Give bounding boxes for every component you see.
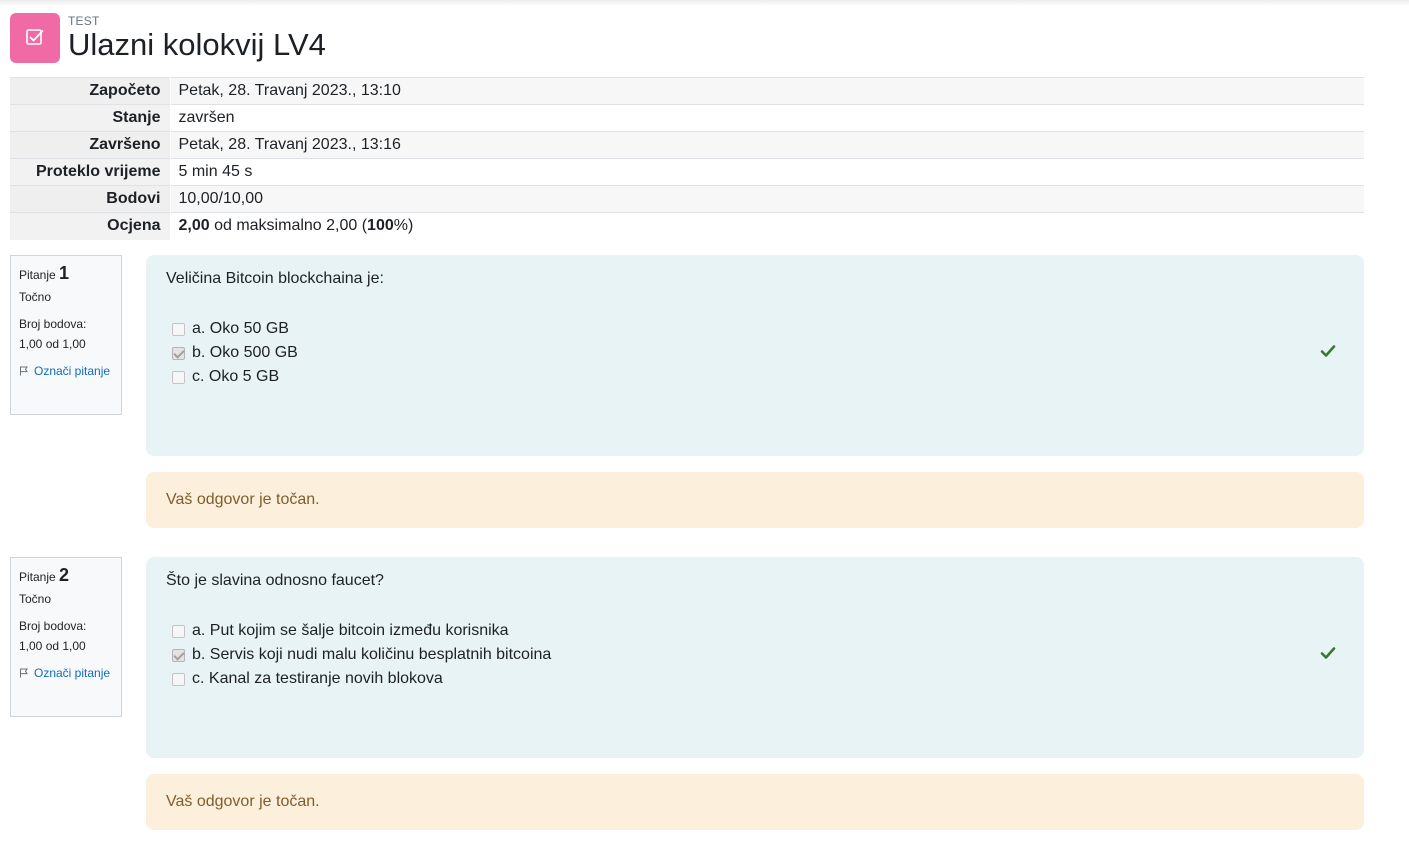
question-state: Točno: [19, 592, 52, 606]
page-header: TEST Ulazni kolokvij LV4: [10, 12, 326, 63]
quiz-icon: [10, 13, 60, 63]
summary-label: Započeto: [10, 77, 171, 105]
question-state: Točno: [19, 290, 52, 304]
question-grade-value: 1,00 od 1,00: [19, 639, 86, 653]
top-bar-shadow: [0, 0, 1409, 6]
answer-list: a. Put kojim se šalje bitcoin između kor…: [172, 619, 1344, 691]
answer-option[interactable]: c. Oko 5 GB: [172, 365, 1344, 389]
grade-percent: 100: [367, 217, 394, 235]
summary-row-grade: Ocjena 2,00 od maksimalno 2,00 (100%): [10, 212, 1364, 240]
feedback-box-1: Vaš odgovor je točan.: [146, 472, 1364, 528]
summary-value: 2,00 od maksimalno 2,00 (100%): [170, 212, 1364, 240]
correct-check-icon: [1320, 345, 1336, 357]
answer-checkbox[interactable]: [172, 370, 185, 384]
question-formulation-2: Što je slavina odnosno faucet? a. Put ko…: [146, 557, 1364, 758]
summary-label: Ocjena: [10, 212, 171, 240]
question-prefix: Pitanje: [19, 570, 56, 584]
question-number: 2: [59, 565, 70, 585]
answer-label: c. Kanal za testiranje novih blokova: [192, 670, 443, 687]
grade-score: 2,00: [178, 217, 210, 235]
answer-label: a. Put kojim se šalje bitcoin između kor…: [192, 622, 509, 639]
flag-question-label: Označi pitanje: [34, 666, 111, 680]
answer-option[interactable]: b. Oko 500 GB: [172, 341, 1344, 365]
flag-question-link[interactable]: Označi pitanje: [19, 663, 113, 683]
summary-value: završen: [170, 104, 1364, 132]
question-prefix: Pitanje: [19, 268, 56, 282]
summary-row-completed: Završeno Petak, 28. Travanj 2023., 13:16: [10, 131, 1364, 159]
summary-row-state: Stanje završen: [10, 104, 1364, 132]
summary-value: Petak, 28. Travanj 2023., 13:10: [170, 77, 1364, 105]
answer-label: b. Oko 500 GB: [192, 344, 298, 361]
summary-value: 10,00/10,00: [170, 185, 1364, 213]
answer-checkbox[interactable]: [172, 322, 185, 336]
flag-question-link[interactable]: Označi pitanje: [19, 361, 113, 381]
summary-label: Stanje: [10, 104, 171, 132]
answer-checkbox-checked[interactable]: [172, 648, 185, 662]
flag-question-label: Označi pitanje: [34, 364, 111, 378]
question-info-2: Pitanje 2 Točno Broj bodova: 1,00 od 1,00…: [10, 557, 122, 717]
activity-type-label: TEST: [68, 14, 100, 28]
question-grade-label: Broj bodova:: [19, 619, 87, 633]
summary-row-marks: Bodovi 10,00/10,00: [10, 185, 1364, 213]
grade-end: %): [393, 217, 414, 235]
flag-icon: [20, 668, 28, 678]
question-grade-label: Broj bodova:: [19, 317, 87, 331]
answer-option[interactable]: a. Oko 50 GB: [172, 317, 1344, 341]
grade-middle: od maksimalno 2,00 (: [209, 217, 368, 235]
summary-label: Bodovi: [10, 185, 171, 213]
answer-checkbox[interactable]: [172, 624, 185, 638]
question-info-1: Pitanje 1 Točno Broj bodova: 1,00 od 1,00…: [10, 255, 122, 415]
question-grade-value: 1,00 od 1,00: [19, 337, 86, 351]
question-text: Veličina Bitcoin blockchaina je:: [166, 270, 384, 287]
answer-list: a. Oko 50 GB b. Oko 500 GB c. Oko 5 GB: [172, 317, 1344, 389]
attempt-summary-table: Započeto Petak, 28. Travanj 2023., 13:10…: [10, 77, 1364, 240]
answer-label: c. Oko 5 GB: [192, 368, 280, 385]
correct-check-icon: [1320, 647, 1336, 659]
page-title: Ulazni kolokvij LV4: [68, 27, 326, 62]
answer-checkbox[interactable]: [172, 672, 185, 686]
summary-label: Proteklo vrijeme: [10, 158, 171, 186]
answer-option[interactable]: b. Servis koji nudi malu količinu bespla…: [172, 643, 1344, 667]
feedback-box-2: Vaš odgovor je točan.: [146, 774, 1364, 830]
answer-checkbox-checked[interactable]: [172, 346, 185, 360]
question-text: Što je slavina odnosno faucet?: [166, 572, 384, 589]
summary-label: Završeno: [10, 131, 171, 159]
question-formulation-1: Veličina Bitcoin blockchaina je: a. Oko …: [146, 255, 1364, 456]
answer-option[interactable]: a. Put kojim se šalje bitcoin između kor…: [172, 619, 1344, 643]
answer-option[interactable]: c. Kanal za testiranje novih blokova: [172, 667, 1344, 691]
summary-value: Petak, 28. Travanj 2023., 13:16: [170, 131, 1364, 159]
summary-row-started: Započeto Petak, 28. Travanj 2023., 13:10: [10, 77, 1364, 105]
answer-label: a. Oko 50 GB: [192, 320, 289, 337]
question-number: 1: [59, 263, 70, 283]
flag-icon: [20, 366, 28, 376]
summary-value: 5 min 45 s: [170, 158, 1364, 186]
answer-label: b. Servis koji nudi malu količinu bespla…: [192, 646, 552, 663]
summary-row-duration: Proteklo vrijeme 5 min 45 s: [10, 158, 1364, 186]
